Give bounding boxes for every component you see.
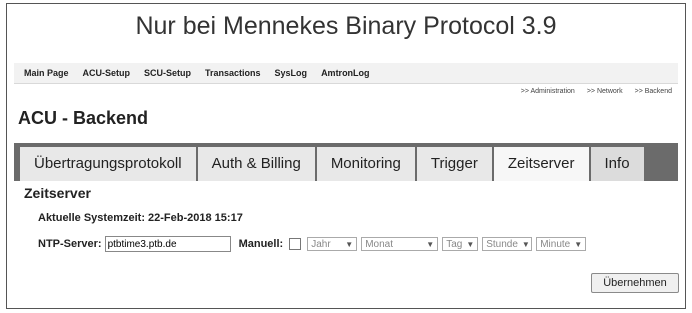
menu-item-scu-setup[interactable]: SCU-Setup [144,68,191,78]
breadcrumb-backend[interactable]: >> Backend [635,88,672,95]
chevron-down-icon: ▼ [521,239,530,249]
select-jahr-value: Jahr [311,238,331,250]
breadcrumb-administration[interactable]: >> Administration [521,88,575,95]
menu-item-transactions[interactable]: Transactions [205,68,261,78]
tab-monitoring[interactable]: Monitoring [316,147,415,181]
select-monat-value: Monat [365,238,393,250]
menu-item-syslog[interactable]: SysLog [275,68,308,78]
select-monat[interactable]: Monat ▼ [361,237,439,251]
submit-button[interactable]: Übernehmen [591,273,679,293]
tab-bar: Übertragungsprotokoll Auth & Billing Mon… [14,143,678,181]
ntp-server-label: NTP-Server: [38,238,102,250]
chevron-down-icon: ▼ [345,239,354,249]
breadcrumb: >> Administration >> Network >> Backend [521,88,672,95]
tab-info[interactable]: Info [590,147,644,181]
select-jahr[interactable]: Jahr ▼ [307,237,358,251]
select-minute-value: Minute [540,238,571,250]
tab-zeitserver[interactable]: Zeitserver [493,147,589,181]
tab-trigger[interactable]: Trigger [416,147,492,181]
ntp-row: NTP-Server: Manuell: Jahr▼ Monat▼ Tag▼ S… [38,236,590,252]
chevron-down-icon: ▼ [426,239,435,249]
page-title: ACU - Backend [18,108,149,128]
ntp-server-input[interactable] [104,236,231,252]
breadcrumb-network[interactable]: >> Network [587,88,623,95]
select-stunde[interactable]: Stunde ▼ [482,237,533,251]
main-menu-bar: Main Page ACU-Setup SCU-Setup Transactio… [14,63,678,84]
manual-checkbox[interactable] [289,238,302,250]
tab-uebertragungsprotokoll[interactable]: Übertragungsprotokoll [20,147,196,181]
select-stunde-value: Stunde [486,238,518,250]
chevron-down-icon: ▼ [466,239,475,249]
select-tag-value: Tag [446,238,463,250]
select-tag[interactable]: Tag ▼ [442,237,479,251]
menu-item-acu-setup[interactable]: ACU-Setup [83,68,131,78]
chevron-down-icon: ▼ [574,239,583,249]
section-title: Zeitserver [24,185,91,201]
menu-item-amtronlog[interactable]: AmtronLog [321,68,370,78]
manual-label: Manuell: [238,238,284,250]
menu-item-main-page[interactable]: Main Page [24,68,69,78]
tab-auth-billing[interactable]: Auth & Billing [197,147,315,181]
system-time-text: Aktuelle Systemzeit: 22-Feb-2018 15:17 [38,212,243,224]
figure-caption: Nur bei Mennekes Binary Protocol 3.9 [135,12,557,40]
select-minute[interactable]: Minute ▼ [536,237,587,251]
